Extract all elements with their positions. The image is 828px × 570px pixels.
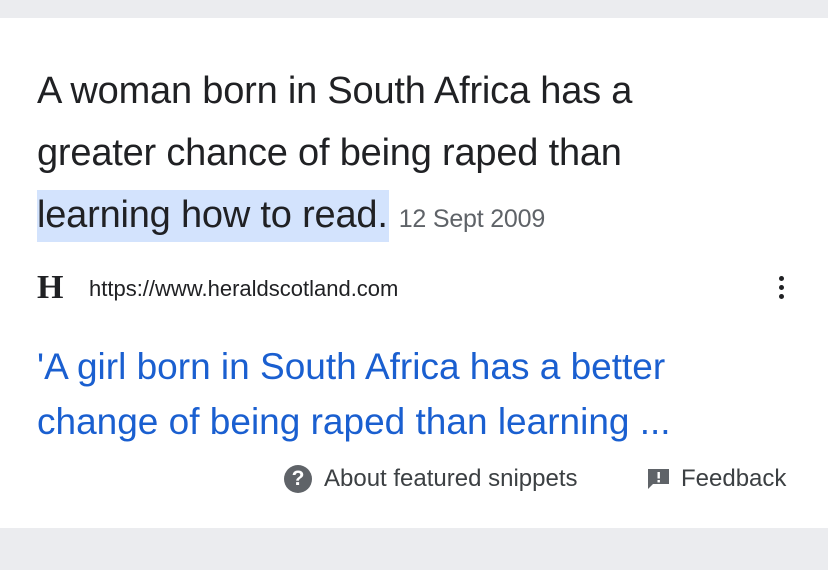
snippet-line-1: A woman born in South Africa has a xyxy=(37,70,633,112)
source-url[interactable]: https://www.heraldscotland.com xyxy=(89,276,398,302)
more-vert-icon[interactable] xyxy=(771,273,791,303)
snippet-date: 12 Sept 2009 xyxy=(398,205,546,233)
snippet-line-3: learning how to read. 12 Sept 2009 xyxy=(37,184,797,250)
feedback-button[interactable]: Feedback xyxy=(646,462,786,496)
help-circle-icon: ? xyxy=(284,465,312,493)
about-featured-snippets-label: About featured snippets xyxy=(324,465,578,492)
snippet-footer: ? About featured snippets Feedback xyxy=(284,462,814,496)
featured-snippet-card: A woman born in South Africa has a great… xyxy=(0,18,828,528)
source-row: H https://www.heraldscotland.com xyxy=(37,270,797,306)
feedback-label: Feedback xyxy=(681,465,787,492)
snippet-text: A woman born in South Africa has a great… xyxy=(37,60,797,250)
result-title-link[interactable]: 'A girl born in South Africa has a bette… xyxy=(37,339,797,449)
result-title-line-2[interactable]: change of being raped than learning ... xyxy=(37,394,797,449)
site-favicon: H xyxy=(37,269,64,306)
snippet-highlight-period: . xyxy=(377,194,388,236)
snippet-highlight-text: learning how to read xyxy=(37,194,378,236)
feedback-icon xyxy=(648,469,669,489)
about-featured-snippets-button[interactable]: ? About featured snippets xyxy=(284,462,578,496)
snippet-line-2: greater chance of being raped than xyxy=(37,132,622,174)
snippet-highlight: learning how to read. xyxy=(37,190,389,242)
result-title-line-1[interactable]: 'A girl born in South Africa has a bette… xyxy=(37,339,797,394)
